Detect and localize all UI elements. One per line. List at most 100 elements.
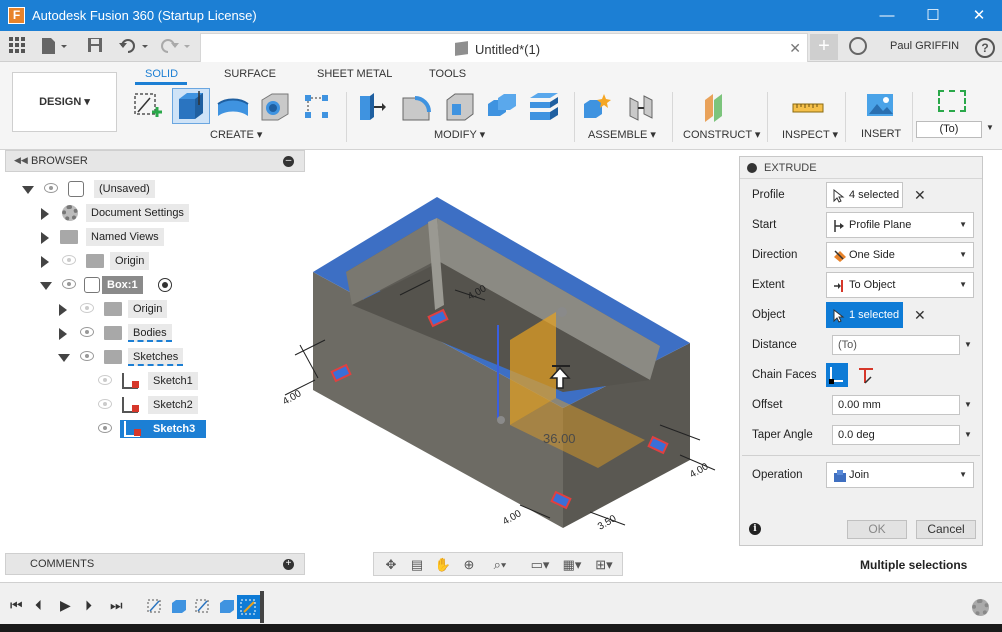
group-divider [574, 92, 575, 142]
tab-sheet-metal[interactable]: SHEET METAL [317, 68, 392, 80]
step-back-icon[interactable]: ⏴ [35, 597, 42, 614]
operation-dropdown[interactable]: Join ▼ [826, 462, 974, 488]
go-to-end-icon[interactable]: ⏭ [110, 597, 123, 614]
clear-profile-icon[interactable]: ✕ [914, 187, 926, 204]
measure-icon[interactable] [792, 90, 824, 124]
clear-object-icon[interactable]: ✕ [914, 307, 926, 324]
joint-icon[interactable] [626, 90, 658, 124]
add-comment-icon[interactable]: + [283, 559, 294, 570]
timeline-sketch-icon[interactable] [194, 597, 212, 615]
play-icon[interactable]: ▶ [60, 597, 71, 614]
grid-settings-icon[interactable]: ▦▾ [558, 557, 586, 573]
distance-dropdown-icon[interactable]: ▼ [964, 340, 972, 349]
manipulator-origin[interactable] [497, 416, 505, 424]
redo-icon[interactable] [160, 37, 194, 57]
timeline-marker-handle[interactable] [260, 591, 264, 623]
shell-icon[interactable] [444, 90, 476, 124]
inspect-group-label[interactable]: INSPECT ▾ [782, 128, 838, 141]
new-component-icon[interactable] [582, 90, 614, 124]
orbit-icon[interactable]: ✥ [378, 557, 404, 573]
job-status-clock-icon[interactable] [849, 37, 867, 55]
split-body-icon[interactable] [528, 90, 560, 124]
offset-plane-icon[interactable] [702, 90, 734, 124]
new-tab-button[interactable]: + [810, 34, 838, 60]
undo-icon[interactable] [118, 37, 152, 57]
insert-group-label[interactable]: INSERT [861, 128, 901, 140]
maximize-button[interactable]: ☐ [910, 0, 956, 31]
pan-hand-icon[interactable]: ✋ [434, 557, 452, 573]
profile-selector[interactable]: 4 selected [826, 182, 903, 208]
display-settings-icon[interactable]: ▭▾ [526, 557, 554, 573]
object-selector[interactable]: 1 selected [826, 302, 903, 328]
dimension-label-36[interactable]: 36.00 [543, 431, 576, 446]
timeline-settings-gear-icon[interactable] [972, 599, 989, 616]
extrude-title: EXTRUDE [764, 162, 817, 174]
document-tab[interactable]: Untitled*(1) ✕ [200, 33, 808, 63]
app-grid-icon[interactable] [8, 37, 26, 57]
group-divider [767, 92, 768, 142]
3d-viewport[interactable]: 36.00 4.00 4.00 4.00 3.50 4.00 [0, 150, 740, 550]
extrude-dialog-header[interactable]: EXTRUDE [740, 157, 982, 179]
chain-faces-on-icon[interactable] [826, 363, 848, 387]
tab-tools[interactable]: TOOLS [429, 68, 466, 80]
extent-dropdown[interactable]: To Object ▼ [826, 272, 974, 298]
distance-field[interactable]: (To) [832, 335, 960, 355]
extrude-icon[interactable] [172, 88, 210, 124]
timeline-current-sketch-icon[interactable] [237, 595, 261, 619]
timeline-sketch-icon[interactable] [146, 597, 164, 615]
zoom-icon[interactable]: ⊕ [460, 557, 478, 573]
start-dropdown[interactable]: Profile Plane ▼ [826, 212, 974, 238]
close-tab-icon[interactable]: ✕ [789, 40, 801, 57]
dimension-label-left[interactable]: 4.00 [281, 388, 304, 407]
direction-dropdown[interactable]: One Side ▼ [826, 242, 974, 268]
cancel-button[interactable]: Cancel [916, 520, 976, 539]
collapse-dialog-icon[interactable] [747, 163, 757, 173]
timeline-extrude-icon[interactable] [218, 597, 236, 615]
workspace-switcher[interactable]: DESIGN ▾ [12, 72, 117, 132]
tab-surface[interactable]: SURFACE [224, 68, 276, 80]
construct-group-label[interactable]: CONSTRUCT ▾ [683, 128, 760, 141]
navigation-bar: ✥ ▤ ✋ ⊕ ⌕▾ ▭▾ ▦▾ ⊞▾ [373, 552, 623, 576]
tab-solid[interactable]: SOLID [145, 68, 178, 80]
select-dropdown-icon[interactable]: ▼ [986, 123, 994, 132]
minimize-button[interactable]: — [864, 0, 910, 31]
model-canvas[interactable]: 36.00 4.00 4.00 4.00 3.50 4.00 [0, 150, 740, 550]
press-pull-icon[interactable] [356, 90, 388, 124]
go-to-start-icon[interactable]: ⏮ [10, 597, 23, 614]
select-filter-field[interactable]: (To) [916, 121, 982, 138]
step-forward-icon[interactable]: ⏵ [85, 597, 92, 614]
taper-dropdown-icon[interactable]: ▼ [964, 430, 972, 439]
file-menu-icon[interactable] [40, 37, 70, 57]
pattern-icon[interactable] [302, 90, 334, 124]
offset-dropdown-icon[interactable]: ▼ [964, 400, 972, 409]
dimension-label-right[interactable]: 4.00 [688, 461, 711, 480]
timeline-extrude-icon[interactable] [170, 597, 188, 615]
look-at-icon[interactable]: ▤ [408, 557, 426, 573]
hole-icon[interactable] [258, 90, 290, 124]
viewports-icon[interactable]: ⊞▾ [590, 557, 618, 573]
taper-angle-field[interactable]: 0.0 deg [832, 425, 960, 445]
fillet-icon[interactable] [400, 90, 432, 124]
chain-faces-off-icon[interactable] [855, 363, 877, 387]
create-sketch-icon[interactable] [132, 90, 164, 124]
user-name[interactable]: Paul GRIFFIN [890, 40, 959, 52]
select-window-icon[interactable] [938, 90, 966, 112]
comments-panel-header[interactable]: COMMENTS + [5, 553, 305, 575]
insert-image-icon[interactable] [865, 90, 897, 124]
revolve-icon[interactable] [216, 90, 249, 124]
comments-title: COMMENTS [30, 558, 95, 570]
modify-group-label[interactable]: MODIFY ▾ [434, 128, 485, 141]
offset-field[interactable]: 0.00 mm [832, 395, 960, 415]
dimension-label-bottom[interactable]: 4.00 [501, 508, 524, 527]
close-button[interactable]: ✕ [956, 0, 1002, 31]
ok-button[interactable]: OK [847, 520, 907, 539]
save-icon[interactable] [86, 37, 104, 57]
info-icon[interactable]: i [749, 523, 761, 535]
assemble-group-label[interactable]: ASSEMBLE ▾ [588, 128, 656, 141]
create-group-label[interactable]: CREATE ▾ [210, 128, 262, 141]
help-icon[interactable]: ? [975, 38, 995, 58]
dimension-label-bottom-right[interactable]: 3.50 [596, 513, 619, 532]
combine-icon[interactable] [486, 90, 518, 124]
fit-zoom-icon[interactable]: ⌕▾ [486, 557, 514, 573]
manipulator-handle[interactable] [557, 307, 567, 317]
